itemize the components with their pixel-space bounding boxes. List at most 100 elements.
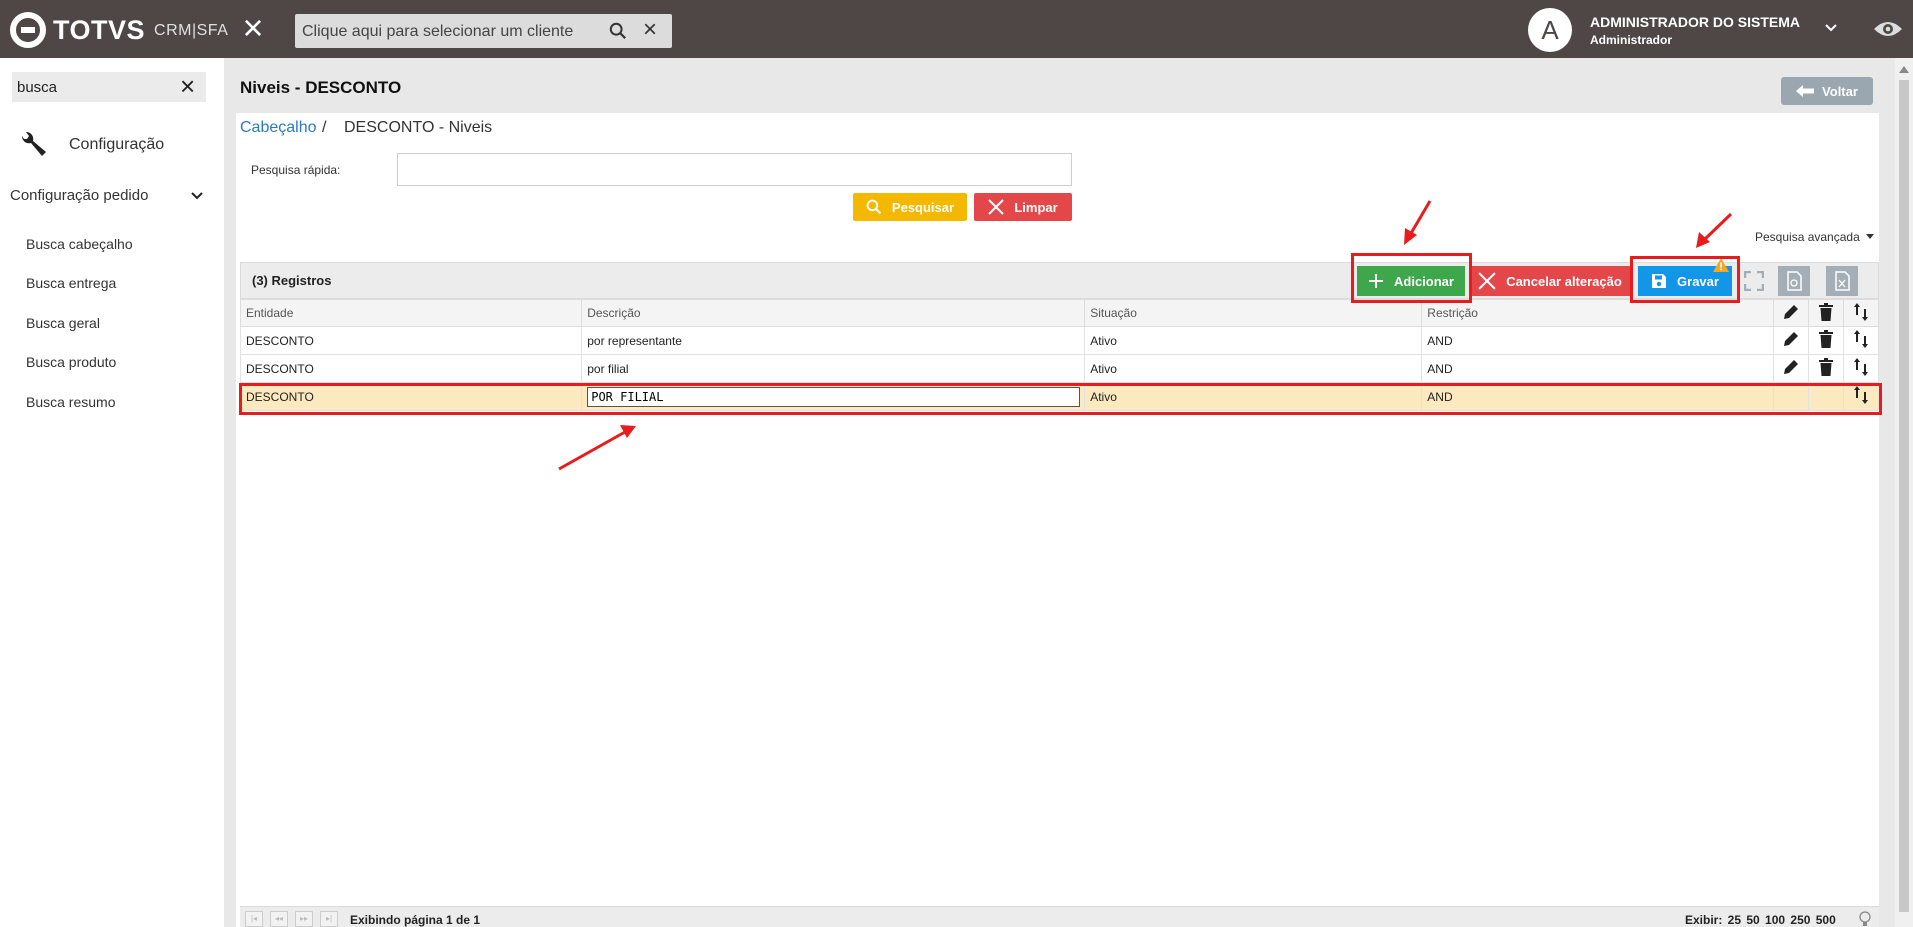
sidebar-item-busca-cabecalho[interactable]: Busca cabeçalho bbox=[26, 236, 133, 252]
pdf-file-icon bbox=[1787, 271, 1802, 291]
user-name[interactable]: ADMINISTRADOR DO SISTEMA bbox=[1590, 14, 1800, 30]
quick-search-input[interactable] bbox=[397, 153, 1072, 186]
sidebar-item-configuracao[interactable]: Configuração bbox=[18, 130, 164, 160]
pencil-icon bbox=[1784, 360, 1799, 374]
search-button[interactable]: Pesquisar bbox=[853, 193, 967, 221]
cell-situacao: Ativo bbox=[1084, 354, 1423, 383]
fullscreen-button[interactable] bbox=[1738, 266, 1770, 296]
pencil-icon bbox=[1784, 332, 1799, 346]
sort-arrows-icon bbox=[1854, 302, 1869, 321]
column-reorder bbox=[1843, 299, 1879, 327]
column-restricao[interactable]: Restrição bbox=[1421, 299, 1775, 327]
chevron-down-icon[interactable] bbox=[1823, 20, 1839, 36]
prev-page-button[interactable]: ◂◂ bbox=[270, 911, 288, 927]
page-size-options[interactable]: Exibir: 25 50 100 250 500 bbox=[1685, 913, 1836, 927]
user-role: Administrador bbox=[1590, 33, 1673, 47]
sort-arrows-icon bbox=[1854, 358, 1869, 376]
pager-bar bbox=[240, 906, 1879, 927]
records-count: (3) Registros bbox=[252, 273, 332, 288]
sidebar-item-busca-resumo[interactable]: Busca resumo bbox=[26, 394, 115, 410]
chevron-down-icon[interactable] bbox=[190, 189, 204, 203]
lightbulb-icon[interactable] bbox=[1859, 911, 1871, 927]
edit-row-button[interactable] bbox=[1773, 326, 1810, 355]
cell-situacao: Ativo bbox=[1084, 326, 1423, 355]
cell-entidade: DESCONTO bbox=[239, 326, 583, 355]
page-info: Exibindo página 1 de 1 bbox=[350, 913, 481, 927]
search-button-label: Pesquisar bbox=[891, 199, 955, 215]
last-page-button[interactable]: ▸| bbox=[320, 911, 338, 927]
sidebar: busca × Configuração Configuração pedido… bbox=[0, 58, 224, 927]
export-pdf-button[interactable] bbox=[1778, 266, 1810, 296]
column-entidade[interactable]: Entidade bbox=[239, 299, 583, 327]
annotation-box-save bbox=[1630, 256, 1740, 303]
content-panel bbox=[236, 113, 1879, 927]
back-button-label: Voltar bbox=[1822, 83, 1858, 99]
arrow-left-icon bbox=[1796, 85, 1815, 97]
sidebar-item-busca-produto[interactable]: Busca produto bbox=[26, 354, 116, 370]
annotation-box-add bbox=[1351, 253, 1472, 303]
column-edit bbox=[1773, 299, 1810, 327]
close-icon bbox=[988, 199, 1005, 215]
client-search-box[interactable]: Clique aqui para selecionar um cliente × bbox=[295, 14, 672, 48]
cell-descricao: por filial bbox=[581, 354, 1086, 383]
fullscreen-icon bbox=[1744, 271, 1764, 291]
wrench-icon bbox=[21, 131, 46, 156]
table-row[interactable]: DESCONTO por filial Ativo AND bbox=[239, 354, 1879, 383]
quick-search-label: Pesquisa rápida: bbox=[251, 163, 341, 177]
sidebar-search-input[interactable]: busca × bbox=[12, 72, 206, 102]
totvs-logo[interactable]: TOTVS CRM|SFA bbox=[10, 12, 228, 48]
totvs-logo-icon bbox=[10, 12, 46, 48]
sidebar-item-busca-geral[interactable]: Busca geral bbox=[26, 315, 100, 331]
reorder-row-handle[interactable] bbox=[1843, 326, 1879, 355]
cancel-changes-label: Cancelar alteração bbox=[1506, 273, 1622, 289]
column-descricao[interactable]: Descrição bbox=[581, 299, 1086, 327]
column-delete bbox=[1808, 299, 1845, 327]
sidebar-search-value[interactable]: busca bbox=[17, 79, 57, 96]
breadcrumb-separator: / bbox=[322, 119, 327, 136]
back-button[interactable]: Voltar bbox=[1781, 77, 1873, 105]
clear-button[interactable]: Limpar bbox=[974, 193, 1072, 221]
top-bar: TOTVS CRM|SFA × Clique aqui para selecio… bbox=[0, 0, 1913, 58]
breadcrumb-current: DESCONTO - Niveis bbox=[344, 119, 493, 136]
breadcrumb-link-cabecalho[interactable]: Cabeçalho bbox=[240, 119, 317, 137]
scrollbar-thumb[interactable] bbox=[1899, 80, 1909, 912]
caret-down-icon[interactable] bbox=[1866, 234, 1874, 239]
logo-text: TOTVS bbox=[53, 14, 146, 45]
cell-descricao: por representante bbox=[581, 326, 1086, 355]
search-icon[interactable] bbox=[609, 22, 627, 40]
cancel-changes-button[interactable]: Cancelar alteração bbox=[1470, 266, 1630, 296]
sidebar-item-busca-entrega[interactable]: Busca entrega bbox=[26, 275, 116, 291]
clear-button-label: Limpar bbox=[1014, 199, 1058, 215]
sort-arrows-icon bbox=[1854, 330, 1869, 348]
table-header-row: Entidade Descrição Situação Restrição bbox=[239, 299, 1879, 327]
advanced-search-toggle[interactable]: Pesquisa avançada bbox=[1755, 230, 1860, 244]
close-icon bbox=[1478, 272, 1496, 290]
reorder-row-handle[interactable] bbox=[1843, 354, 1879, 383]
scroll-up-arrow-icon[interactable] bbox=[1899, 66, 1909, 73]
export-xls-button[interactable] bbox=[1826, 266, 1858, 296]
trash-icon bbox=[1819, 358, 1834, 376]
clear-search-icon[interactable]: × bbox=[180, 73, 195, 99]
logo-subtitle: CRM|SFA bbox=[154, 22, 229, 39]
next-page-button[interactable]: ▸▸ bbox=[295, 911, 313, 927]
annotation-box-row bbox=[239, 383, 1882, 415]
first-page-button[interactable]: |◂ bbox=[245, 911, 263, 927]
pencil-icon bbox=[1784, 304, 1799, 319]
cell-restricao: AND bbox=[1421, 354, 1775, 383]
delete-row-button[interactable] bbox=[1808, 326, 1845, 355]
search-icon bbox=[866, 199, 882, 215]
table-row[interactable]: DESCONTO por representante Ativo AND bbox=[239, 326, 1879, 355]
clear-client-icon[interactable]: × bbox=[643, 18, 657, 42]
trash-icon bbox=[1819, 302, 1834, 321]
page-title: Niveis - DESCONTO bbox=[240, 78, 402, 97]
xls-file-icon bbox=[1835, 271, 1850, 291]
eye-icon[interactable] bbox=[1873, 19, 1903, 39]
avatar[interactable]: A bbox=[1528, 8, 1572, 52]
delete-row-button[interactable] bbox=[1808, 354, 1845, 383]
column-situacao[interactable]: Situação bbox=[1084, 299, 1423, 327]
edit-row-button[interactable] bbox=[1773, 354, 1810, 383]
sidebar-group-configuracao-pedido[interactable]: Configuração pedido bbox=[10, 187, 148, 204]
close-menu-icon[interactable]: × bbox=[238, 10, 268, 46]
cell-restricao: AND bbox=[1421, 326, 1775, 355]
client-search-placeholder[interactable]: Clique aqui para selecionar um cliente bbox=[302, 23, 573, 41]
